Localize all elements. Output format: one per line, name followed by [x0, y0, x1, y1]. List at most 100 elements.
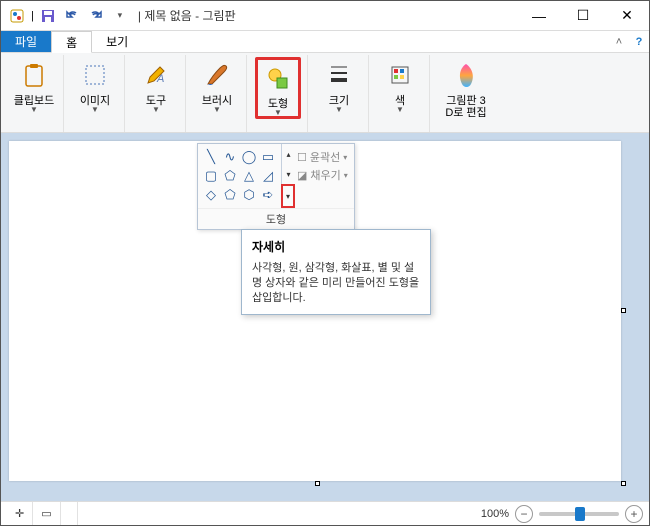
shape-triangle[interactable]: △ [240, 167, 258, 185]
undo-icon[interactable] [62, 6, 82, 26]
selection-size-icon: ▭ [41, 507, 51, 520]
dropdown-icon: ▼ [30, 107, 38, 113]
shape-scroll-up[interactable]: ▴ [281, 144, 295, 164]
outline-label: 윤곽선 [310, 149, 340, 165]
ribbon-tabs: 파일 홈 보기 ˄ ? [1, 31, 649, 53]
ribbon: 클립보드 ▼ 이미지 ▼ A 도구 ▼ [1, 53, 649, 133]
dropdown-icon: ▼ [213, 107, 221, 113]
shape-right-triangle[interactable]: ◿ [259, 167, 277, 185]
status-selection: ▭ [33, 502, 60, 525]
fill-option[interactable]: ◪ 채우기▾ [297, 166, 352, 184]
shape-curve[interactable]: ∿ [221, 148, 239, 166]
tools-button[interactable]: A 도구 ▼ [133, 57, 179, 113]
ribbon-group-image: 이미지 ▼ [66, 55, 125, 132]
ribbon-group-brush: 브러시 ▼ [188, 55, 247, 132]
shape-diamond[interactable]: ◇ [202, 186, 220, 204]
shapes-icon [260, 62, 296, 96]
app-window: | ▾ | 제목 없음 - 그림판 — ☐ ✕ 파일 홈 보기 ˄ ? [0, 0, 650, 526]
qat-customize-icon[interactable]: ▾ [110, 6, 130, 26]
collapse-ribbon-icon[interactable]: ˄ [609, 31, 629, 52]
paint3d-label: 그림판 3D로 편집 [445, 95, 486, 119]
minimize-button[interactable]: — [517, 2, 561, 30]
colors-button[interactable]: 색 ▼ [377, 57, 423, 113]
shapes-popup: ╲ ∿ ◯ ▭ ▢ ⬠ △ ◿ ◇ ⬠ ⬡ ➪ ▴ ▾ ▾ [197, 143, 355, 230]
ribbon-group-tools: A 도구 ▼ [127, 55, 186, 132]
app-icon[interactable] [7, 6, 27, 26]
dropdown-icon: ▼ [335, 107, 343, 113]
shape-rect[interactable]: ▭ [259, 148, 277, 166]
fill-label: 채우기 [310, 167, 340, 183]
cursor-position-icon: ✛ [15, 507, 24, 520]
quick-access-toolbar: | ▾ [1, 6, 130, 26]
shape-pentagon[interactable]: ⬠ [221, 186, 239, 204]
shape-roundrect[interactable]: ▢ [202, 167, 220, 185]
shape-gallery[interactable]: ╲ ∿ ◯ ▭ ▢ ⬠ △ ◿ ◇ ⬠ ⬡ ➪ [198, 144, 281, 208]
shape-options: ☐ 윤곽선▾ ◪ 채우기▾ [295, 144, 354, 208]
clipboard-button[interactable]: 클립보드 ▼ [11, 57, 57, 113]
titlebar: | ▾ | 제목 없음 - 그림판 — ☐ ✕ [1, 1, 649, 31]
ribbon-group-colors: 색 ▼ [371, 55, 430, 132]
window-controls: — ☐ ✕ [517, 2, 649, 30]
zoom-slider-thumb[interactable] [575, 507, 585, 521]
shape-polygon[interactable]: ⬠ [221, 167, 239, 185]
brush-icon [199, 59, 235, 93]
zoom-percent: 100% [481, 508, 509, 520]
shape-scroll-down[interactable]: ▾ [281, 164, 295, 184]
zoom-controls: 100% − + [481, 505, 643, 523]
dropdown-icon: ▼ [91, 107, 99, 113]
ribbon-group-shapes: 도형 ▼ [249, 55, 308, 132]
shape-oval[interactable]: ◯ [240, 148, 258, 166]
document-title: 제목 없음 - 그림판 [144, 9, 235, 23]
tooltip-body: 사각형, 원, 삼각형, 화살표, 별 및 설명 상자와 같은 미리 만들어진 … [252, 261, 420, 306]
pencil-icon: A [138, 59, 174, 93]
size-button[interactable]: 크기 ▼ [316, 57, 362, 113]
window-title: | 제목 없음 - 그림판 [130, 7, 517, 24]
outline-icon: ☐ [297, 151, 307, 164]
svg-text:A: A [156, 73, 164, 85]
select-icon [77, 59, 113, 93]
separator: | [31, 10, 34, 22]
shapes-popup-body: ╲ ∿ ◯ ▭ ▢ ⬠ △ ◿ ◇ ⬠ ⬡ ➪ ▴ ▾ ▾ [198, 144, 354, 208]
paint3d-icon [448, 59, 484, 93]
size-icon [321, 59, 357, 93]
zoom-out-button[interactable]: − [515, 505, 533, 523]
save-icon[interactable] [38, 6, 58, 26]
tooltip-title: 자세히 [252, 238, 420, 255]
palette-icon [382, 59, 418, 93]
title-separator: | [138, 9, 141, 23]
status-coordinates: ✛ [7, 502, 33, 525]
tab-view[interactable]: 보기 [92, 31, 142, 52]
dropdown-icon: ▼ [274, 110, 282, 116]
zoom-slider[interactable] [539, 512, 619, 516]
resize-handle-right[interactable] [621, 308, 626, 313]
shape-scrollers: ▴ ▾ ▾ [281, 144, 295, 208]
shape-hexagon[interactable]: ⬡ [240, 186, 258, 204]
tooltip-card: 자세히 사각형, 원, 삼각형, 화살표, 별 및 설명 상자와 같은 미리 만… [241, 229, 431, 315]
shape-arrow[interactable]: ➪ [259, 186, 277, 204]
shape-line[interactable]: ╲ [202, 148, 220, 166]
outline-option[interactable]: ☐ 윤곽선▾ [297, 148, 352, 166]
shapes-button[interactable]: 도형 ▼ [255, 57, 301, 119]
ribbon-group-size: 크기 ▼ [310, 55, 369, 132]
status-bar: ✛ ▭ 100% − + [1, 501, 649, 525]
redo-icon[interactable] [86, 6, 106, 26]
help-icon[interactable]: ? [629, 31, 649, 52]
shape-expand[interactable]: ▾ [281, 184, 295, 208]
resize-handle-bottom[interactable] [315, 481, 320, 486]
dropdown-icon: ▼ [396, 107, 404, 113]
tab-home[interactable]: 홈 [51, 31, 92, 53]
zoom-in-button[interactable]: + [625, 505, 643, 523]
close-button[interactable]: ✕ [605, 2, 649, 30]
maximize-button[interactable]: ☐ [561, 2, 605, 30]
ribbon-group-clipboard: 클립보드 ▼ [5, 55, 64, 132]
clipboard-icon [16, 59, 52, 93]
resize-handle-corner[interactable] [621, 481, 626, 486]
brush-button[interactable]: 브러시 ▼ [194, 57, 240, 113]
paint3d-button[interactable]: 그림판 3D로 편집 [438, 57, 494, 119]
image-button[interactable]: 이미지 ▼ [72, 57, 118, 113]
dropdown-icon: ▼ [152, 107, 160, 113]
work-area: ╲ ∿ ◯ ▭ ▢ ⬠ △ ◿ ◇ ⬠ ⬡ ➪ ▴ ▾ ▾ [1, 133, 649, 501]
shapes-popup-footer: 도형 [198, 208, 354, 229]
tab-file[interactable]: 파일 [1, 31, 51, 52]
ribbon-group-paint3d: 그림판 3D로 편집 [432, 55, 500, 132]
